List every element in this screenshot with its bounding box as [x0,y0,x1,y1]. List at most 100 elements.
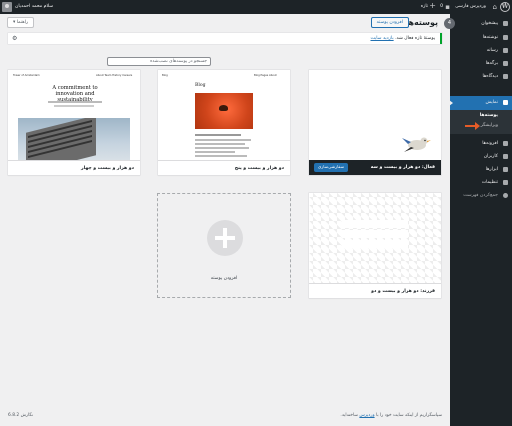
sidebar-item-label: نوشته‌ها [482,35,498,40]
wordpress-link[interactable]: وردپرس [359,413,374,418]
preview-heading: Blog [195,83,206,88]
home-icon[interactable]: ⌂ [493,3,497,11]
add-new-theme-button[interactable]: افزودن پوسته [370,17,409,28]
site-name-link[interactable]: وردپرس فارسی [455,0,486,14]
preview-heading: The Hatchery: a blog about adventures in… [320,99,433,131]
preview-nav: About Team History Careers [96,74,133,77]
footer-version: نگارش 6.8.2 [8,413,34,418]
theme-name: دو هزار و بیست و پنج [158,160,290,175]
sidebar-item-label: دیدگاه‌ها [482,74,498,79]
preview-text-line [195,151,235,153]
sidebar-item-users[interactable]: کاربران [450,150,512,163]
dashboard-icon [503,21,508,26]
plus-icon[interactable]: + [429,2,436,10]
sidebar-item-plugins[interactable]: افزونه‌ها [450,137,512,150]
theme-name-bar: فعال: دو هزار و بیست و سه سفارشی‌سازی [309,160,441,175]
submenu-editor[interactable]: ویرایشگر [481,123,498,128]
comments-icon[interactable]: ▪ [445,3,450,11]
gear-icon[interactable]: ⚙ [12,35,17,42]
avatar[interactable] [2,2,12,12]
customize-button[interactable]: سفارشی‌سازی [314,163,349,172]
theme-name: دو هزار و بیست و سه [370,165,421,170]
search-themes-input[interactable]: جستجو در پوسته‌های نصب‌شده [107,57,211,66]
success-notice: پوستهٔ تازه فعال شد. بازدید سایت ⚙ [8,33,442,44]
footer-thanks-text: سپاسگزاریم از اینکه سایت خود را با [376,413,442,418]
notice-message: پوستهٔ تازه فعال شد. [395,36,435,41]
preview-text-line [195,147,249,149]
settings-icon [503,180,508,185]
preview-logo-shape [380,220,408,248]
theme-name: دو هزار و بیست و چهار [8,160,140,175]
theme-count-badge: 4 [444,18,455,29]
preview-text-line [195,134,241,136]
sidebar-item-label: جمع‌کردن فهرست [463,193,498,198]
help-button[interactable]: راهنما ▾ [7,17,35,28]
preview-text-line [195,143,245,145]
media-icon [503,48,508,53]
sidebar-item-label: افزونه‌ها [482,141,498,146]
preview-logo: ∞ [318,74,323,80]
comments-count[interactable]: 0 [440,0,443,14]
sidebar-item-label: برگه‌ها [485,61,498,66]
plus-icon [207,220,243,256]
sidebar-item-label: پیشخوان [481,21,498,26]
add-new-theme-label: افزودن پوسته [210,276,238,281]
building-shape [26,118,96,160]
pattern-background [309,193,441,283]
sidebar-item-label: نمایش [485,100,498,105]
footer-thanks-suffix: ساخته‌اید. [340,413,358,418]
comment-icon [503,74,508,79]
preview-text-line [54,105,94,107]
sidebar-item-media[interactable]: رسانه [450,44,512,57]
theme-name-bar: فرزند: دو هزار و بیست و دو [309,283,441,298]
pin-icon [503,35,508,40]
sidebar-item-comments[interactable]: دیدگاه‌ها [450,70,512,83]
notice-text: پوستهٔ تازه فعال شد. بازدید سایت [370,33,435,44]
appearance-submenu: پوسته‌ها ویرایشگر [450,110,512,134]
sidebar-item-label: تنظیمات [481,180,498,185]
theme-card[interactable]: Tower of Amsterdam About Team History Ca… [8,70,140,175]
theme-screenshot[interactable] [309,193,441,283]
theme-screenshot[interactable]: Blog Blog Pages About Blog [158,70,290,160]
users-icon [503,154,508,159]
sidebar-item-tools[interactable]: ابزارها [450,163,512,176]
plugin-icon [503,141,508,146]
preview-image [18,118,130,160]
preview-text-line [195,139,251,141]
theme-card-active[interactable]: ∞ The Hatchery: a blog about adventures … [309,70,441,175]
add-new-theme-tile[interactable]: افزودن پوسته [157,193,291,298]
preview-nav: Blog Pages About [254,74,277,77]
theme-name: دو هزار و بیست و دو [371,289,419,294]
new-content-link[interactable]: تازه [421,0,428,14]
footer-thanks: سپاسگزاریم از اینکه سایت خود را با وردپر… [340,413,442,418]
wrench-icon [503,167,508,172]
theme-screenshot[interactable]: Tower of Amsterdam About Team History Ca… [8,70,140,160]
sidebar-item-settings[interactable]: تنظیمات [450,176,512,189]
wordpress-logo-icon[interactable]: W [500,2,510,12]
preview-image [195,93,253,129]
user-greeting[interactable]: سلام محمد احمدیان [15,0,53,14]
page-icon [503,61,508,66]
admin-bar: W ⌂ وردپرس فارسی ▪ 0 + تازه سلام محمد اح… [0,0,512,14]
preview-text-line [195,155,247,157]
sidebar-item-collapse[interactable]: جمع‌کردن فهرست [450,189,512,202]
sidebar-item-posts[interactable]: نوشته‌ها [450,31,512,44]
submenu-themes[interactable]: پوسته‌ها [480,113,498,118]
sidebar-item-pages[interactable]: برگه‌ها [450,57,512,70]
page-title: پوسته‌ها [405,18,438,27]
theme-screenshot[interactable]: ∞ The Hatchery: a blog about adventures … [309,70,441,160]
collapse-icon [503,193,508,198]
preview-site-name: Tower of Amsterdam [13,74,40,77]
visit-site-link[interactable]: بازدید سایت [370,36,393,41]
preview-site-name: Blog [162,74,168,77]
annotation-arrow-icon [465,122,480,130]
sidebar-item-label: رسانه [486,48,498,53]
preview-text-line [48,101,102,103]
theme-card[interactable]: فرزند: دو هزار و بیست و دو [309,193,441,298]
sidebar-item-dashboard[interactable]: پیشخوان [450,17,512,30]
sidebar-item-label: ابزارها [485,167,498,172]
sidebar-item-appearance[interactable]: نمایش [449,96,512,110]
admin-sidebar: پیشخوان نوشته‌ها رسانه برگه‌ها دیدگاه‌ها… [449,14,512,426]
theme-card[interactable]: Blog Blog Pages About Blog دو هزار و بیس… [158,70,290,175]
sidebar-item-label: کاربران [483,154,498,159]
